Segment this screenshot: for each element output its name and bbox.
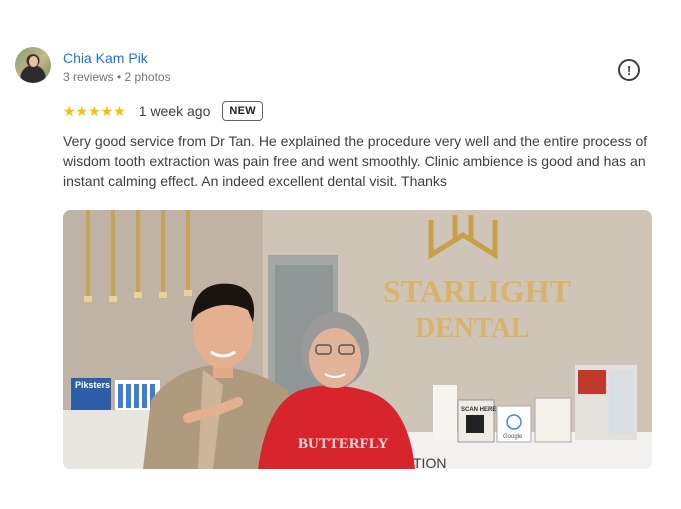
sign-dental: DENTAL (415, 313, 530, 344)
author-name[interactable]: Chia Kam Pik (63, 50, 148, 66)
avatar[interactable] (15, 47, 51, 83)
sign-starlight: STARLIGHT (383, 273, 571, 309)
review-text: Very good service from Dr Tan. He explai… (63, 133, 648, 189)
google-card: Google (503, 434, 523, 440)
review-photo[interactable]: STARLIGHT DENTAL Piksters TION SCAN HERE… (63, 210, 652, 469)
review-card: Chia Kam Pik 3 reviews • 2 photos ! ★★★★… (0, 0, 681, 509)
more-options-icon[interactable]: ! (618, 59, 640, 81)
star-rating: ★★★★★ (63, 103, 126, 119)
counter-text: TION (413, 455, 446, 469)
product-label: Piksters (75, 380, 110, 390)
review-photo-illustration: STARLIGHT DENTAL Piksters TION SCAN HERE… (63, 210, 652, 469)
author-meta: 3 reviews • 2 photos (63, 70, 171, 84)
new-badge: NEW (222, 101, 263, 121)
review-date: 1 week ago (138, 103, 211, 119)
rating-row: ★★★★★ 1 week ago NEW (63, 99, 263, 123)
shirt-text: BUTTERFLY (298, 436, 388, 452)
scan-card: SCAN HERE (461, 407, 496, 413)
